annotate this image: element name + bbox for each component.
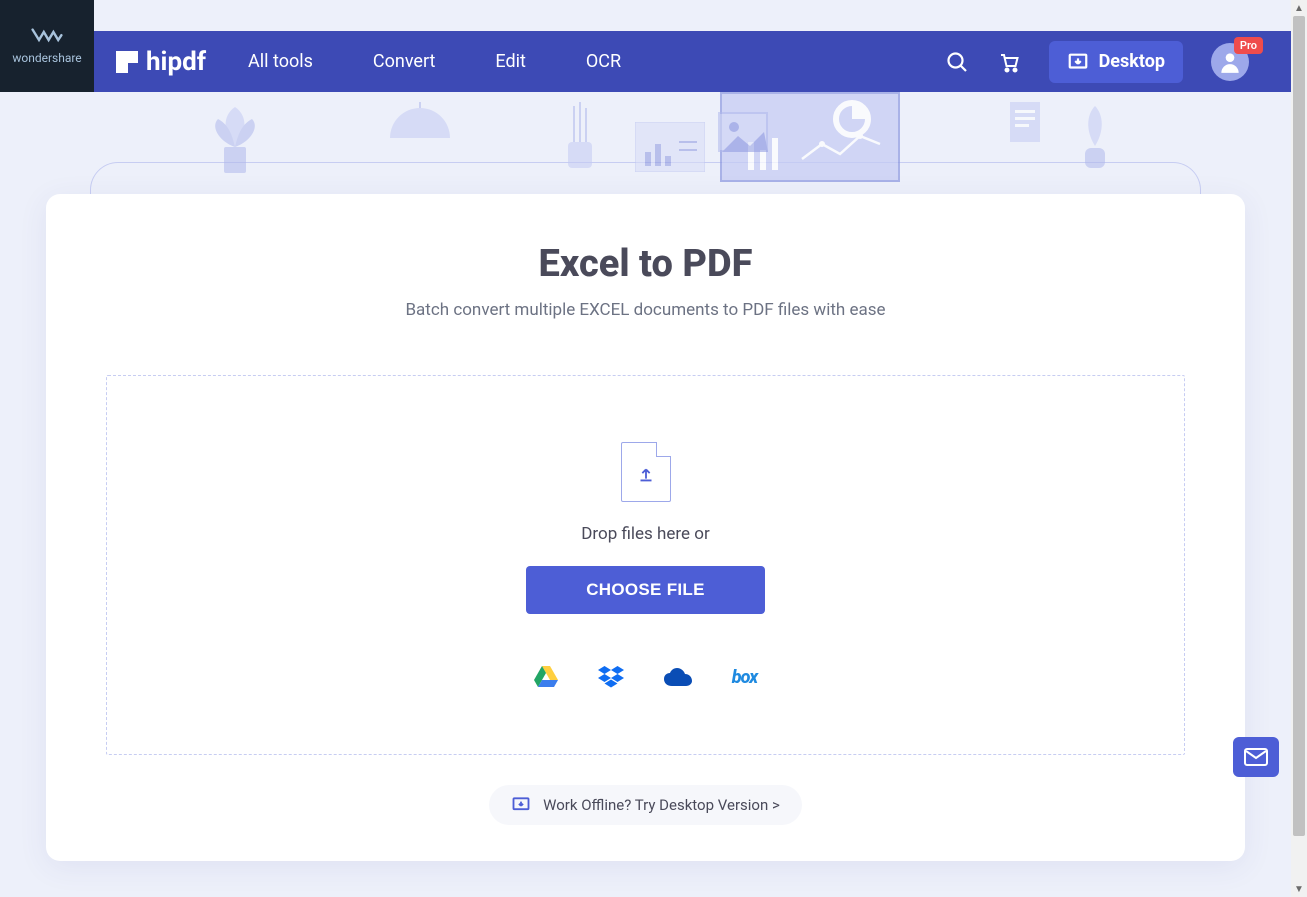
wondershare-text: wondershare: [12, 51, 81, 65]
lamp-icon: [380, 102, 460, 142]
box-icon[interactable]: box: [732, 667, 757, 688]
pencil-cup-icon: [560, 102, 600, 172]
user-avatar-wrap: Pro: [1211, 43, 1249, 81]
choose-file-button[interactable]: CHOOSE FILE: [526, 566, 765, 614]
cart-icon[interactable]: [997, 50, 1021, 74]
document-icon: [1010, 102, 1040, 142]
cloud-source-row: box: [534, 666, 757, 688]
nav-edit[interactable]: Edit: [495, 51, 525, 72]
hipdf-text: hipdf: [146, 47, 206, 77]
pro-badge: Pro: [1234, 37, 1263, 54]
scroll-thumb[interactable]: [1293, 16, 1305, 836]
desktop-button[interactable]: Desktop: [1049, 41, 1183, 83]
hipdf-logo[interactable]: hipdf: [116, 47, 206, 77]
drop-hint-text: Drop files here or: [581, 524, 709, 544]
dropbox-icon[interactable]: [598, 666, 624, 688]
upload-file-icon: [621, 442, 671, 502]
page-title: Excel to PDF: [106, 242, 1185, 286]
offline-desktop-link[interactable]: Work Offline? Try Desktop Version >: [489, 785, 802, 825]
contact-mail-button[interactable]: [1233, 737, 1279, 777]
hero-illustration: [0, 92, 1291, 202]
file-dropzone[interactable]: Drop files here or CHOOSE FILE box: [106, 375, 1185, 755]
onedrive-icon[interactable]: [664, 668, 692, 686]
box-label: box: [732, 667, 757, 688]
main-card: Excel to PDF Batch convert multiple EXCE…: [46, 194, 1245, 861]
small-chart-icon: [635, 122, 705, 172]
download-desktop-icon: [511, 795, 531, 815]
mail-icon: [1244, 748, 1268, 766]
search-icon[interactable]: [945, 50, 969, 74]
top-navbar: wondershare hipdf All tools Convert Edit…: [0, 31, 1291, 92]
download-icon: [1067, 51, 1089, 73]
scroll-up-icon[interactable]: ▲: [1291, 0, 1307, 16]
hipdf-mark-icon: [116, 51, 138, 73]
scrollbar[interactable]: ▲ ▼: [1291, 0, 1307, 897]
desktop-label: Desktop: [1099, 51, 1165, 72]
picture-icon: [718, 112, 768, 152]
nav-all-tools[interactable]: All tools: [248, 51, 313, 72]
scroll-down-icon[interactable]: ▼: [1291, 881, 1307, 897]
wondershare-icon: [31, 27, 63, 45]
offline-text: Work Offline? Try Desktop Version >: [543, 796, 780, 814]
wondershare-logo[interactable]: wondershare: [0, 0, 94, 92]
google-drive-icon[interactable]: [534, 666, 558, 688]
plant-icon: [200, 97, 270, 177]
page-subtitle: Batch convert multiple EXCEL documents t…: [106, 300, 1185, 320]
quill-icon: [1075, 102, 1115, 172]
nav-convert[interactable]: Convert: [373, 51, 436, 72]
nav-ocr[interactable]: OCR: [586, 51, 621, 72]
